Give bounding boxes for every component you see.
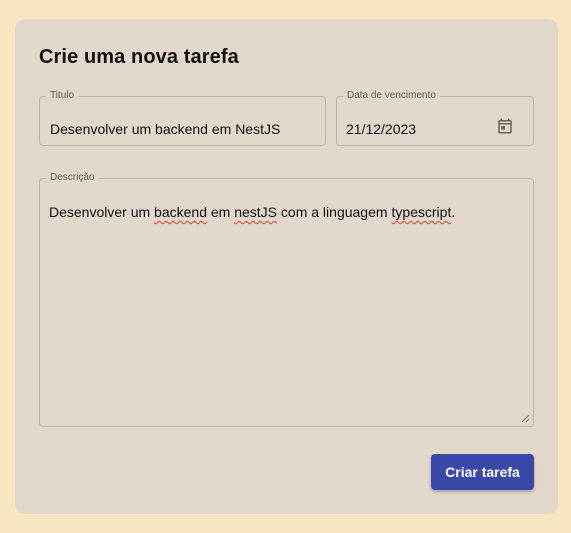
description-text-misspelled: backend: [154, 204, 207, 220]
resize-handle-icon[interactable]: [521, 414, 530, 423]
title-field[interactable]: Titulo Desenvolver um backend em NestJS: [39, 91, 326, 146]
description-field[interactable]: Descrição Desenvolver um backend em nest…: [39, 173, 534, 427]
calendar-icon[interactable]: [496, 117, 514, 135]
form-heading: Crie uma nova tarefa: [39, 46, 239, 68]
description-text-segment: em: [206, 204, 235, 220]
create-task-button[interactable]: Criar tarefa: [431, 454, 534, 490]
title-field-label: Titulo: [50, 90, 75, 101]
description-text-segment: com a linguagem: [277, 204, 392, 220]
description-text-misspelled: nestJS: [234, 204, 278, 220]
description-text-misspelled: typescript: [391, 204, 452, 220]
description-text-segment: Desenvolver um: [49, 204, 155, 220]
title-field-value[interactable]: Desenvolver um backend em NestJS: [50, 121, 280, 137]
due-date-field-label: Data de vencimento: [347, 90, 436, 101]
description-field-value[interactable]: Desenvolver um backend em nestJS com a l…: [49, 202, 523, 222]
description-text-segment: .: [451, 204, 456, 220]
description-field-label: Descrição: [50, 172, 95, 183]
new-task-card: Crie uma nova tarefa Titulo Desenvolver …: [15, 19, 558, 514]
due-date-field-value[interactable]: 21/12/2023: [346, 121, 416, 137]
due-date-field[interactable]: Data de vencimento 21/12/2023: [336, 91, 534, 146]
